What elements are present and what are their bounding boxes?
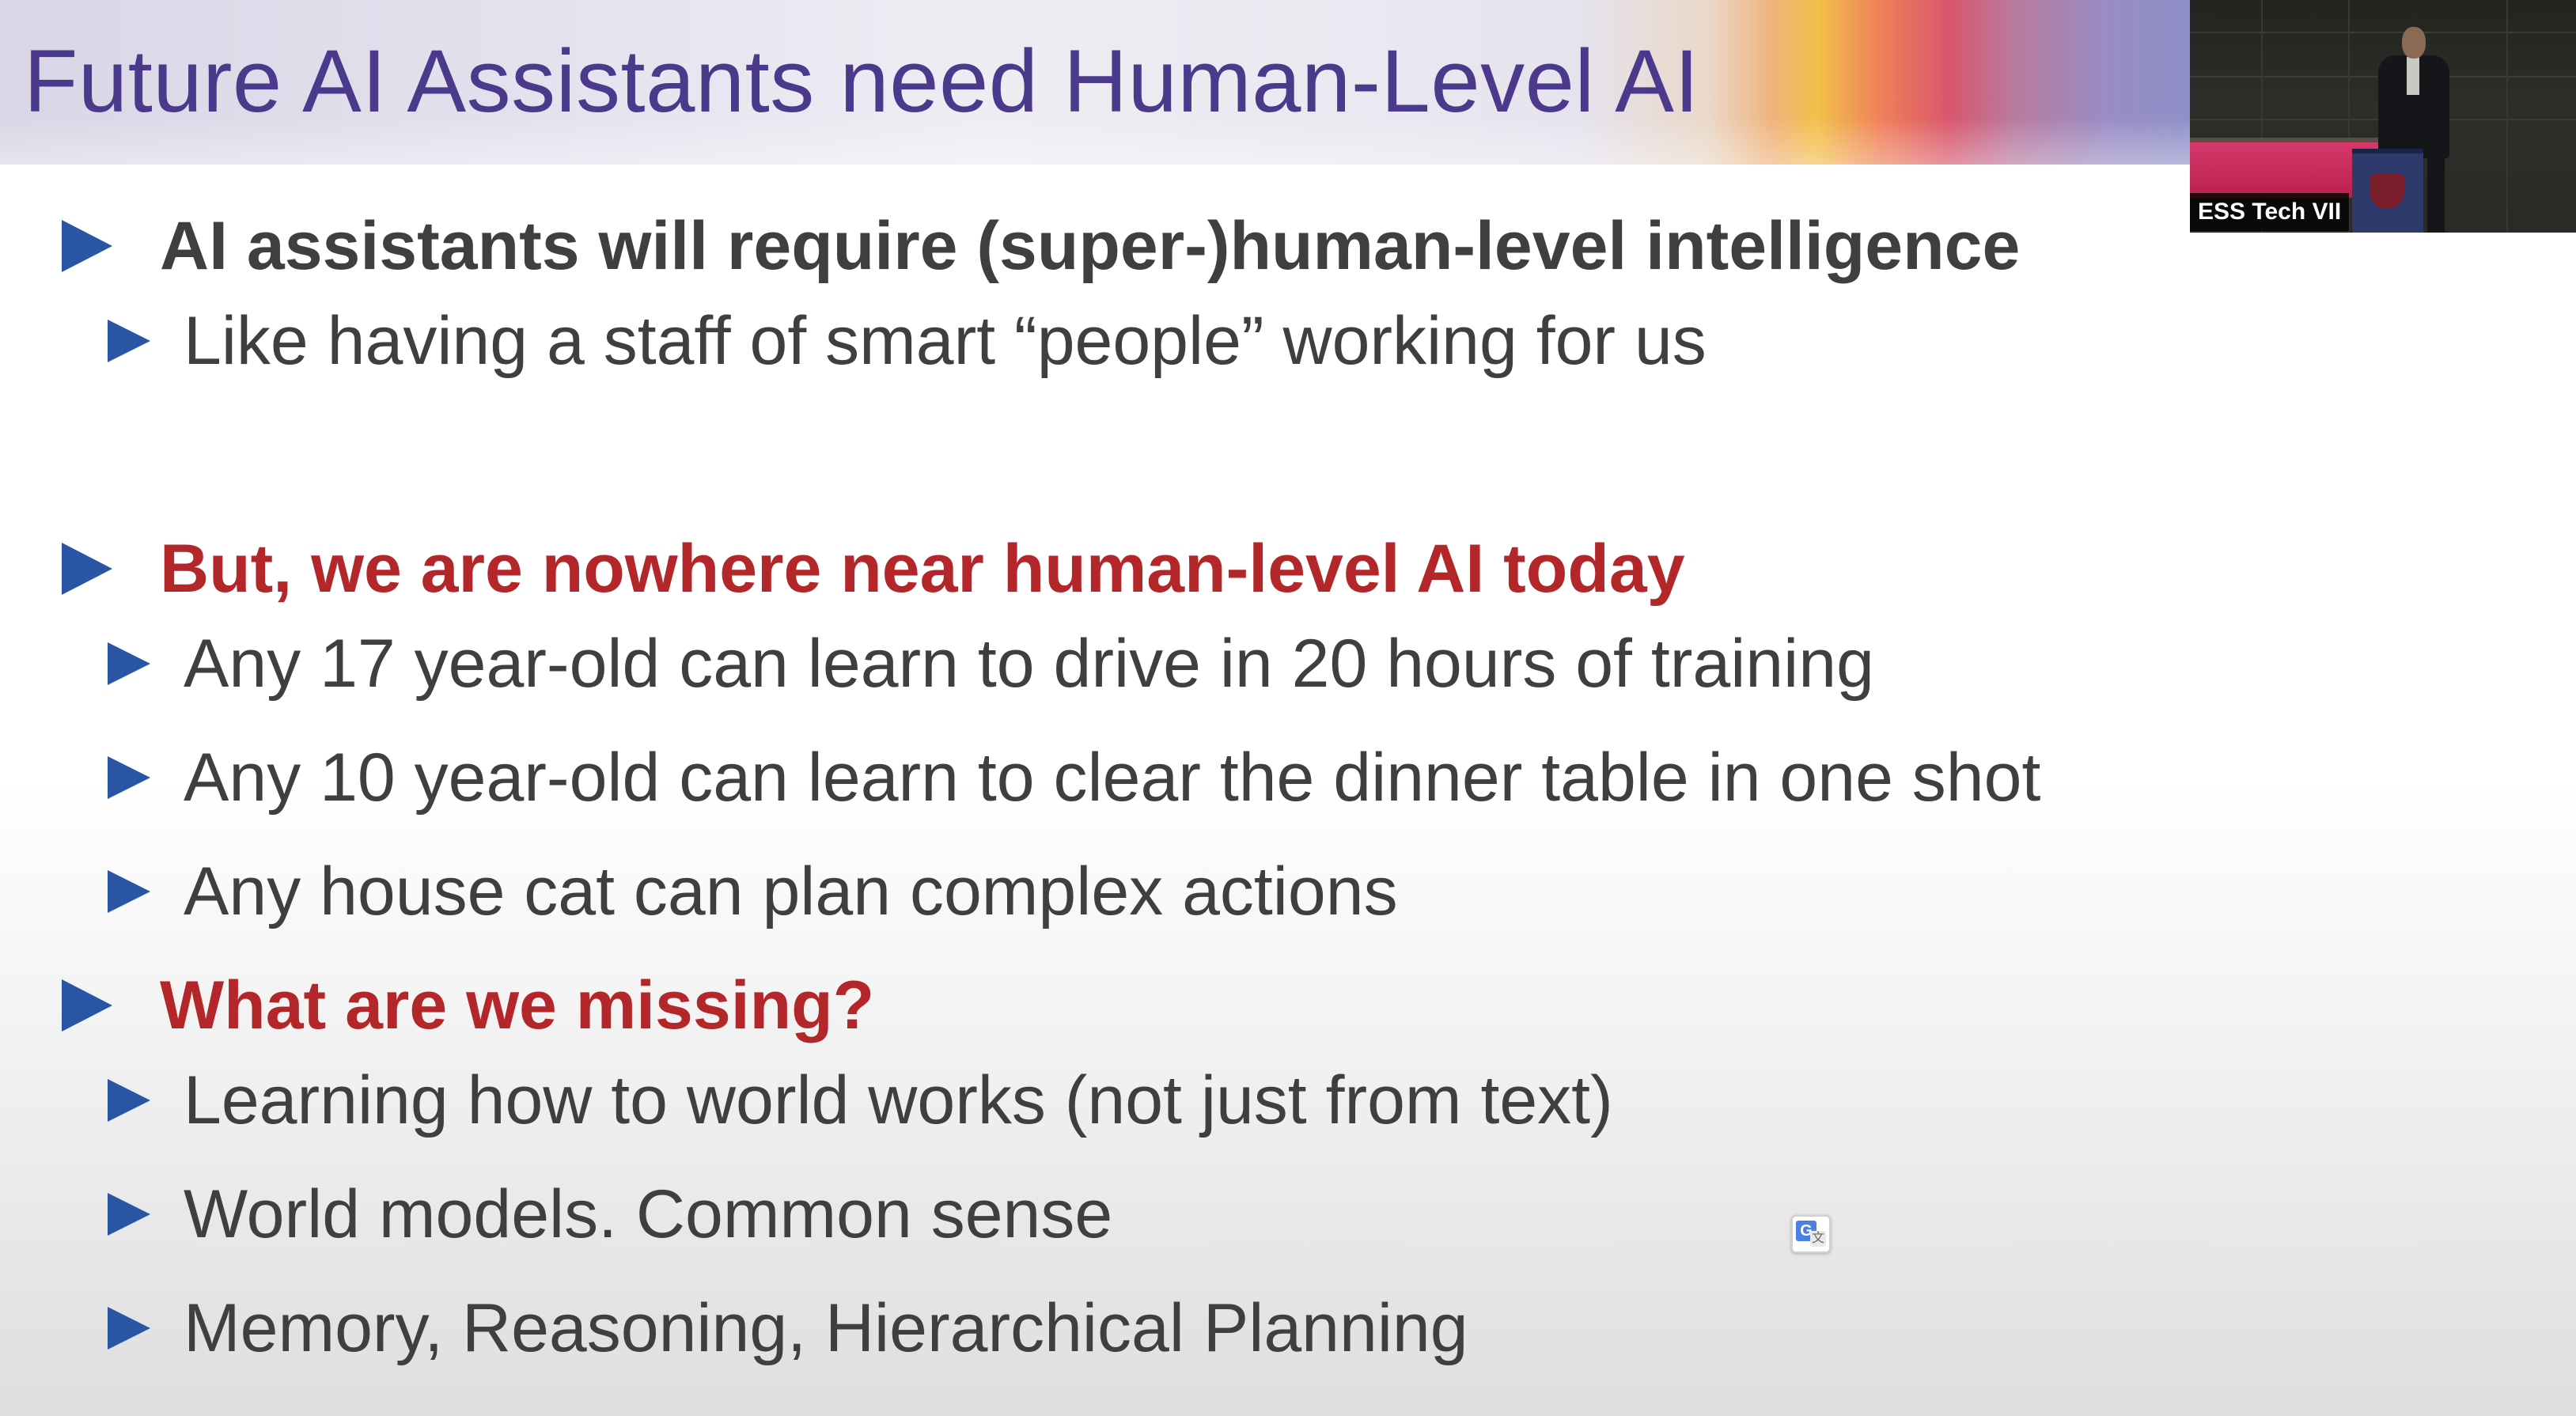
- bullet-triangle-icon: [108, 642, 150, 685]
- bullet-level2: Any 17 year-old can learn to drive in 20…: [108, 620, 1874, 707]
- bullet-triangle-icon: [108, 756, 150, 799]
- bullet-text: What are we missing?: [160, 967, 875, 1043]
- bullet-triangle-icon: [62, 220, 112, 272]
- bullet-level2: Any 10 year-old can learn to clear the d…: [108, 734, 2040, 821]
- bullet-text: World models. Common sense: [184, 1176, 1113, 1252]
- bullet-level2: Memory, Reasoning, Hierarchical Planning: [108, 1285, 1468, 1372]
- bullet-text: Memory, Reasoning, Hierarchical Planning: [184, 1290, 1468, 1366]
- bullet-level2: Any house cat can plan complex actions: [108, 848, 1398, 935]
- bullet-triangle-icon: [62, 979, 112, 1032]
- bullet-triangle-icon: [108, 320, 150, 362]
- bullet-text: But, we are nowhere near human-level AI …: [160, 531, 1685, 607]
- bullet-text: Any 17 year-old can learn to drive in 20…: [184, 626, 1874, 702]
- bullet-level2: World models. Common sense: [108, 1171, 1112, 1258]
- bullet-triangle-icon: [108, 870, 150, 913]
- bullet-triangle-icon: [62, 543, 112, 595]
- bullet-level2: Like having a staff of smart “people” wo…: [108, 297, 1707, 384]
- translate-sub-glyph: 文: [1810, 1231, 1826, 1247]
- bullet-level1: AI assistants will require (super-)human…: [62, 203, 2020, 290]
- bullet-text: AI assistants will require (super-)human…: [160, 208, 2021, 284]
- bullet-text: Like having a staff of smart “people” wo…: [184, 303, 1707, 379]
- bullet-level1: But, we are nowhere near human-level AI …: [62, 525, 1685, 612]
- bullet-level1: What are we missing?: [62, 962, 874, 1049]
- bullet-triangle-icon: [108, 1307, 150, 1350]
- bullet-text: Learning how to world works (not just fr…: [184, 1062, 1613, 1138]
- bullet-triangle-icon: [108, 1079, 150, 1122]
- bullet-text: Any 10 year-old can learn to clear the d…: [184, 740, 2041, 816]
- translate-icon[interactable]: G 文: [1791, 1215, 1831, 1253]
- bullet-text: Any house cat can plan complex actions: [184, 854, 1398, 929]
- bullet-level2: Learning how to world works (not just fr…: [108, 1057, 1613, 1144]
- slide-content: AI assistants will require (super-)human…: [0, 0, 2576, 1416]
- bullet-triangle-icon: [108, 1193, 150, 1236]
